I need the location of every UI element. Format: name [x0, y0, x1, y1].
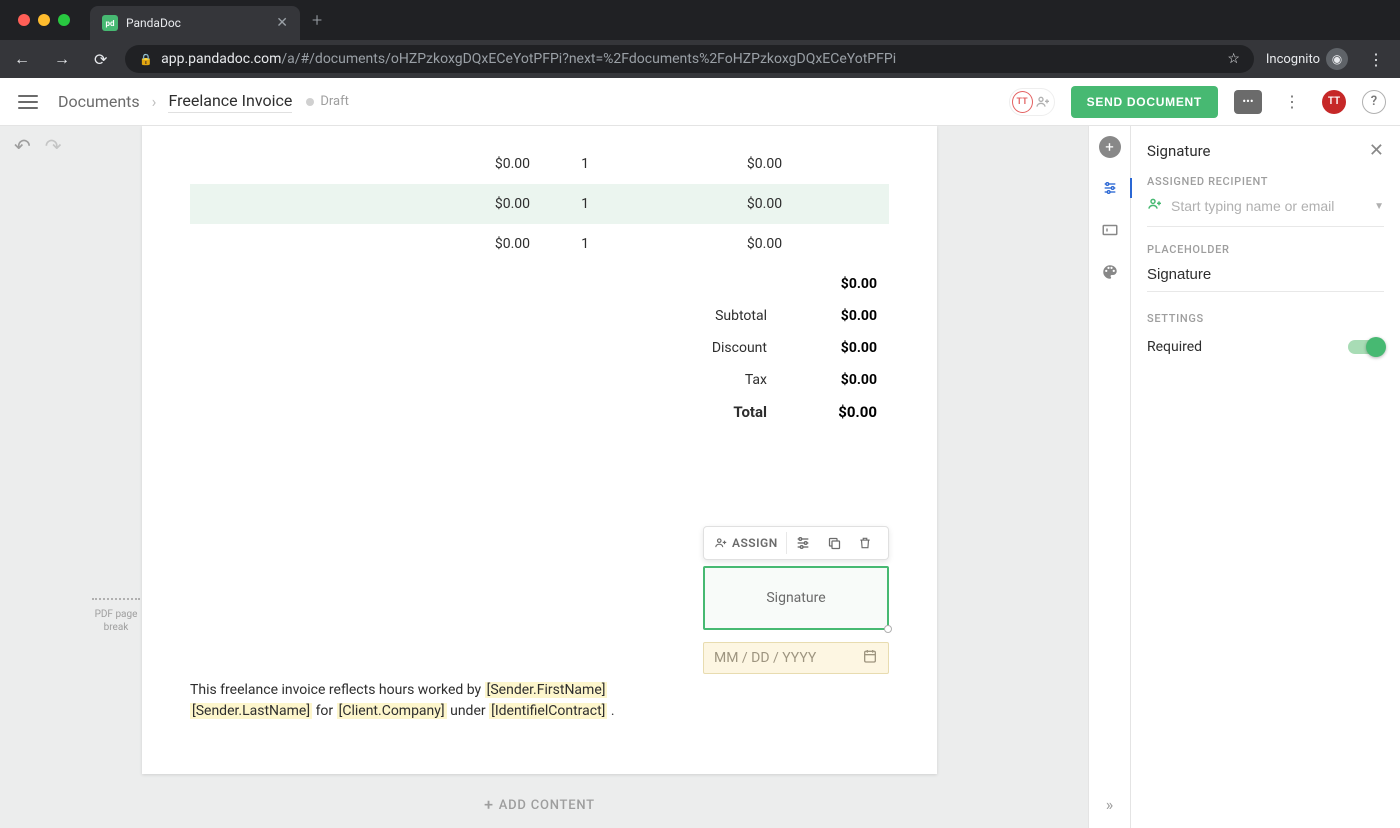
table-row[interactable]: $0.00 1 $0.00 [190, 224, 889, 264]
required-label: Required [1147, 339, 1202, 355]
token-client-company[interactable]: [Client.Company] [337, 703, 447, 719]
properties-icon[interactable] [1098, 176, 1122, 200]
bookmark-star-icon[interactable]: ☆ [1227, 51, 1240, 67]
window-controls[interactable] [8, 14, 80, 26]
new-tab-button[interactable]: + [300, 10, 334, 31]
price-cell: $0.00 [430, 236, 530, 252]
tax-label: Tax [649, 372, 779, 388]
duplicate-icon[interactable] [819, 530, 850, 557]
date-placeholder: MM / DD / YYYY [714, 650, 816, 666]
add-content-button[interactable]: +ADD CONTENT [142, 795, 937, 814]
undo-icon[interactable]: ↶ [14, 134, 31, 158]
dropdown-icon[interactable]: ▼ [1374, 201, 1384, 212]
settings-icon[interactable] [787, 529, 819, 557]
variables-icon[interactable] [1098, 218, 1122, 242]
add-block-icon[interactable]: + [1099, 136, 1121, 158]
recipient-input[interactable] [1171, 198, 1366, 214]
url-path: /a/#/documents/oHZPzkoxgDQxECeYotPFPi?ne… [281, 51, 896, 67]
price-cell: $0.00 [430, 196, 530, 212]
placeholder-input[interactable] [1147, 264, 1384, 292]
comments-icon[interactable]: ••• [1234, 90, 1262, 114]
signature-field[interactable]: Signature [703, 566, 889, 630]
status-badge: Draft [306, 94, 349, 109]
window-maximize[interactable] [58, 14, 70, 26]
status-text: Draft [320, 94, 349, 109]
linetotal-cell: $0.00 [640, 236, 889, 252]
subtotal-label: Subtotal [649, 308, 779, 324]
page-break-label: PDF page break [92, 608, 140, 634]
nav-forward-icon[interactable]: → [48, 45, 76, 73]
subtotal-value: $0.00 [779, 308, 889, 324]
assigned-recipient-label: ASSIGNED RECIPIENT [1147, 175, 1384, 188]
token-contract[interactable]: [IdentifielContract] [489, 703, 607, 719]
recipients-pill[interactable]: TT [1009, 88, 1055, 116]
send-document-button[interactable]: SEND DOCUMENT [1071, 86, 1218, 118]
resize-handle[interactable] [884, 625, 892, 633]
window-minimize[interactable] [38, 14, 50, 26]
table-row[interactable]: $0.00 1 $0.00 [190, 144, 889, 184]
menu-hamburger-icon[interactable] [14, 91, 42, 113]
token-sender-lastname[interactable]: [Sender.LastName] [190, 703, 312, 719]
design-icon[interactable] [1098, 260, 1122, 284]
window-close[interactable] [18, 14, 30, 26]
help-icon[interactable]: ? [1362, 90, 1386, 114]
total-value: $0.00 [779, 403, 889, 421]
settings-label: SETTINGS [1147, 312, 1384, 325]
url-domain: app.pandadoc.com [161, 51, 281, 67]
person-add-icon [1147, 196, 1163, 216]
document-title[interactable]: Freelance Invoice [168, 91, 292, 113]
signature-placeholder: Signature [766, 590, 825, 606]
pandadoc-favicon: pd [102, 15, 118, 31]
qty-cell: 1 [530, 236, 640, 252]
more-menu-icon[interactable]: ⋮ [1278, 88, 1306, 116]
qty-cell: 1 [530, 156, 640, 172]
status-dot-icon [306, 98, 314, 106]
recipient-avatar: TT [1012, 91, 1033, 113]
date-field[interactable]: MM / DD / YYYY [703, 642, 889, 674]
qty-cell: 1 [530, 196, 640, 212]
browser-tab[interactable]: pd PandaDoc ✕ [90, 6, 300, 40]
breadcrumb-separator-icon: › [152, 92, 157, 111]
collapse-panel-icon[interactable]: » [1098, 792, 1122, 816]
plus-icon: + [484, 795, 494, 814]
user-avatar[interactable]: TT [1322, 90, 1346, 114]
field-toolbar: ASSIGN [703, 526, 889, 560]
discount-label: Discount [649, 340, 779, 356]
table-row[interactable]: $0.00 1 $0.00 [190, 184, 889, 224]
page-break-indicator [92, 598, 140, 600]
chrome-menu-icon[interactable]: ⋮ [1360, 50, 1392, 69]
line-sum-value: $0.00 [779, 276, 889, 292]
lock-icon: 🔒 [139, 53, 153, 66]
token-sender-firstname[interactable]: [Sender.FirstName] [485, 682, 608, 698]
delete-icon[interactable] [850, 530, 880, 556]
linetotal-cell: $0.00 [640, 196, 889, 212]
assign-button[interactable]: ASSIGN [706, 530, 786, 556]
price-cell: $0.00 [430, 156, 530, 172]
panel-close-icon[interactable]: ✕ [1369, 140, 1384, 161]
discount-value: $0.00 [779, 340, 889, 356]
incognito-label: Incognito [1266, 52, 1320, 67]
add-recipient-icon[interactable] [1035, 93, 1052, 111]
panel-title: Signature [1147, 142, 1211, 160]
footnote-text[interactable]: This freelance invoice reflects hours wo… [190, 680, 620, 722]
nav-reload-icon[interactable]: ⟳ [88, 46, 113, 73]
total-label: Total [649, 403, 779, 421]
document-page[interactable]: $0.00 1 $0.00 $0.00 1 $0.00 $0.00 1 $0.0… [142, 126, 937, 774]
tax-value: $0.00 [779, 372, 889, 388]
nav-back-icon[interactable]: ← [8, 45, 36, 73]
address-bar[interactable]: 🔒 app.pandadoc.com/a/#/documents/oHZPzko… [125, 45, 1253, 73]
placeholder-label: PLACEHOLDER [1147, 243, 1384, 256]
calendar-icon [862, 648, 878, 668]
linetotal-cell: $0.00 [640, 156, 889, 172]
incognito-icon: ◉ [1326, 48, 1348, 70]
breadcrumb-documents[interactable]: Documents [58, 92, 140, 111]
tab-close-icon[interactable]: ✕ [276, 15, 288, 31]
tab-title: PandaDoc [126, 16, 181, 30]
redo-icon[interactable]: ↷ [45, 134, 62, 158]
required-toggle[interactable] [1348, 340, 1384, 354]
